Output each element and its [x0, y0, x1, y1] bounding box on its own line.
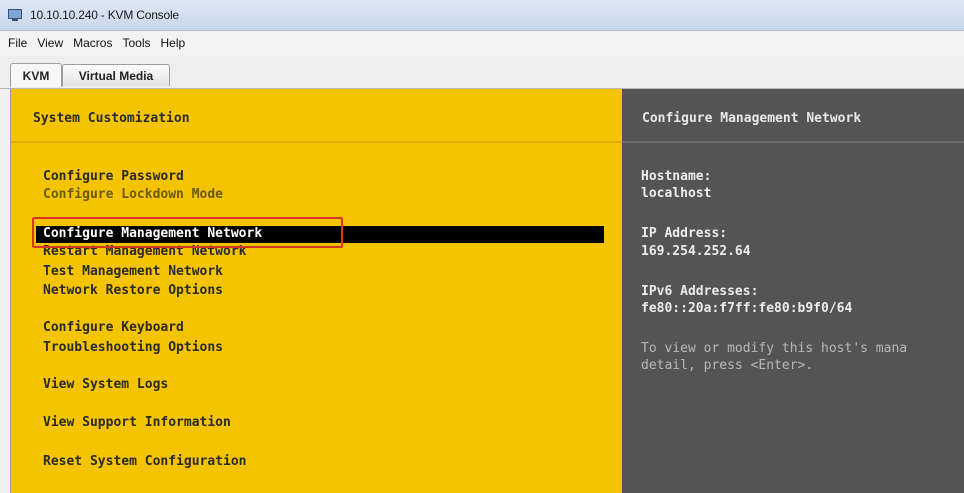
ip-address-label: IP Address:	[641, 226, 728, 241]
menu-option-configure-lockdown-mode[interactable]: Configure Lockdown Mode	[43, 187, 223, 203]
menu-file[interactable]: File	[0, 32, 32, 54]
tab-bar: Virtual Media KVM	[0, 56, 964, 89]
hostname-value: localhost	[641, 186, 712, 201]
menu-option-reset-system-configuration[interactable]: Reset System Configuration	[43, 454, 247, 470]
ipv6-addresses-value: fe80::20a:f7ff:fe80:b9f0/64	[641, 301, 853, 316]
menu-option-network-restore-options[interactable]: Network Restore Options	[43, 283, 223, 299]
menu-option-test-management-network[interactable]: Test Management Network	[43, 264, 223, 280]
menu-macros[interactable]: Macros	[68, 32, 117, 54]
annotation-highlight-box	[32, 217, 343, 248]
title-bar: 10.10.10.240 - KVM Console	[0, 0, 964, 31]
menu-help[interactable]: Help	[156, 32, 191, 54]
menu-option-troubleshooting-options[interactable]: Troubleshooting Options	[43, 340, 223, 356]
menu-view[interactable]: View	[32, 32, 68, 54]
tab-virtual-media[interactable]: Virtual Media	[62, 64, 170, 86]
pane-title-detail: Configure Management Network	[642, 111, 862, 126]
ipv6-addresses-label: IPv6 Addresses:	[641, 284, 759, 299]
hostname-label: Hostname:	[641, 169, 712, 184]
menu-option-view-system-logs[interactable]: View System Logs	[43, 377, 168, 393]
tab-kvm[interactable]: KVM	[10, 63, 62, 87]
right-divider	[622, 141, 964, 143]
help-text-line-1: To view or modify this host's mana	[641, 341, 908, 356]
menu-option-view-support-information[interactable]: View Support Information	[43, 415, 231, 431]
monitor-icon	[8, 8, 24, 22]
menu-bar: File View Macros Tools Help	[0, 31, 964, 55]
ip-address-value: 169.254.252.64	[641, 244, 751, 259]
menu-tools[interactable]: Tools	[117, 32, 155, 54]
menu-option-configure-password[interactable]: Configure Password	[43, 169, 184, 185]
left-divider	[11, 141, 622, 143]
help-text-line-2: detail, press <Enter>.	[641, 358, 814, 373]
menu-option-configure-keyboard[interactable]: Configure Keyboard	[43, 320, 184, 336]
window-title: 10.10.10.240 - KVM Console	[30, 8, 179, 22]
pane-title-system-customization: System Customization	[33, 111, 190, 126]
kvm-console-window: 10.10.10.240 - KVM Console File View Mac…	[0, 0, 964, 493]
